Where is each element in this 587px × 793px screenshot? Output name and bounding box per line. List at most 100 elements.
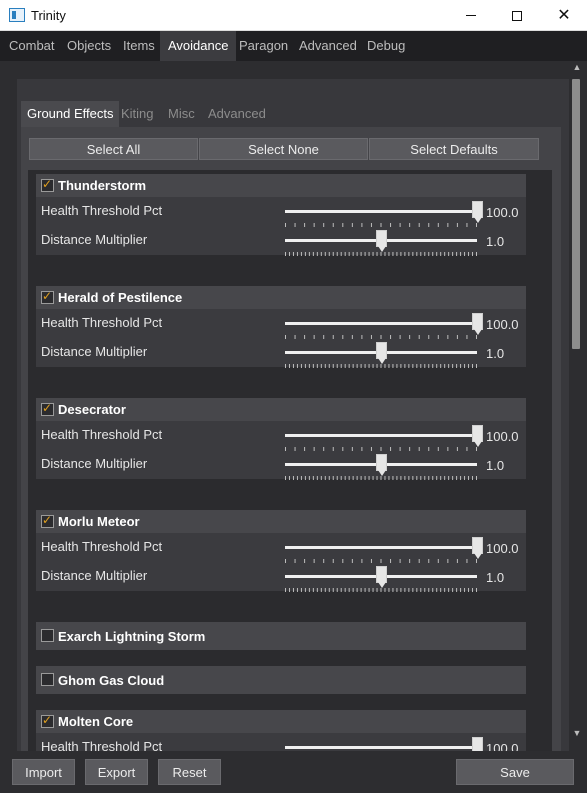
slider-value: 1.0	[486, 458, 505, 473]
minimize-button[interactable]	[448, 0, 494, 31]
bottom-bar: Import Export Reset Save	[0, 751, 587, 793]
slider-thumb[interactable]	[471, 425, 483, 447]
list-item: Thunderstorm Health Threshold Pct 100.0 …	[36, 174, 526, 256]
close-button[interactable]: ✕	[541, 0, 587, 31]
group-header: Morlu Meteor	[36, 510, 526, 533]
import-button[interactable]: Import	[12, 759, 75, 785]
select-all-button[interactable]: Select All	[29, 138, 198, 160]
subtab-ground-effects[interactable]: Ground Effects	[21, 101, 120, 127]
slider-row: Health Threshold Pct 100.0	[36, 197, 526, 227]
slider-row: Health Threshold Pct 100.0	[36, 309, 526, 339]
list-item: Desecrator Health Threshold Pct 100.0 Di…	[36, 398, 526, 480]
slider-ticks	[285, 216, 477, 227]
tab-debug[interactable]: Debug	[359, 31, 413, 61]
slider-row: Health Threshold Pct 100.0	[36, 421, 526, 451]
slider-thumb[interactable]	[375, 566, 387, 588]
slider-value: 1.0	[486, 234, 505, 249]
slider-row: Distance Multiplier 1.0	[36, 226, 526, 256]
subtab-kiting[interactable]: Kiting	[115, 101, 160, 127]
slider-thumb[interactable]	[375, 454, 387, 476]
scrollbar-thumb[interactable]	[572, 79, 580, 349]
slider-thumb[interactable]	[375, 230, 387, 252]
slider-value: 100.0	[486, 541, 519, 556]
tab-items[interactable]: Items	[115, 31, 163, 61]
export-button[interactable]: Export	[85, 759, 148, 785]
enable-checkbox[interactable]	[41, 401, 54, 416]
slider-label: Health Threshold Pct	[41, 539, 163, 554]
slider-row: Distance Multiplier 1.0	[36, 562, 526, 592]
slider-ticks	[285, 328, 477, 339]
group-header: Herald of Pestilence	[36, 286, 526, 309]
slider-label: Health Threshold Pct	[41, 315, 163, 330]
list-item: Exarch Lightning Storm	[36, 622, 526, 650]
scroll-up-arrow-icon[interactable]: ▲	[571, 62, 583, 74]
slider-row: Health Threshold Pct 100.0	[36, 533, 526, 563]
slider-label: Distance Multiplier	[41, 232, 148, 247]
window-title: Trinity	[31, 8, 66, 23]
app-window-icon	[9, 8, 25, 22]
slider-ticks	[285, 552, 477, 563]
slider-value: 1.0	[486, 346, 505, 361]
slider-value: 100.0	[486, 317, 519, 332]
slider-value: 100.0	[486, 429, 519, 444]
slider-value: 1.0	[486, 570, 505, 585]
enable-checkbox[interactable]	[41, 713, 54, 728]
enable-checkbox[interactable]	[41, 177, 54, 192]
content-area: Ground Effects Kiting Misc Advanced Sele…	[0, 61, 587, 770]
slider-track[interactable]	[285, 210, 477, 213]
slider-label: Distance Multiplier	[41, 344, 148, 359]
group-title: Molten Core	[58, 714, 134, 729]
list-item: Ghom Gas Cloud	[36, 666, 526, 694]
list-item: Morlu Meteor Health Threshold Pct 100.0 …	[36, 510, 526, 592]
enable-checkbox[interactable]	[41, 513, 54, 528]
maximize-button[interactable]	[494, 0, 540, 31]
slider-thumb[interactable]	[471, 201, 483, 223]
group-title: Exarch Lightning Storm	[58, 629, 206, 644]
slider-row: Distance Multiplier 1.0	[36, 338, 526, 368]
main-tab-bar: Combat Objects Items Avoidance Paragon A…	[0, 31, 587, 61]
tab-combat[interactable]: Combat	[1, 31, 63, 61]
close-icon: ✕	[557, 6, 571, 24]
reset-button[interactable]: Reset	[158, 759, 221, 785]
group-header: Desecrator	[36, 398, 526, 421]
scroll-down-arrow-icon[interactable]: ▼	[571, 728, 583, 740]
tab-advanced[interactable]: Advanced	[291, 31, 365, 61]
window-title-bar: Trinity ✕	[0, 0, 587, 31]
slider-track[interactable]	[285, 546, 477, 549]
slider-track[interactable]	[285, 434, 477, 437]
subtab-advanced[interactable]: Advanced	[202, 101, 272, 127]
slider-thumb[interactable]	[471, 537, 483, 559]
tab-objects[interactable]: Objects	[59, 31, 119, 61]
avoidance-panel: Ground Effects Kiting Misc Advanced Sele…	[17, 79, 569, 770]
slider-label: Distance Multiplier	[41, 568, 148, 583]
slider-label: Health Threshold Pct	[41, 427, 163, 442]
ground-effects-list: Thunderstorm Health Threshold Pct 100.0 …	[28, 170, 552, 770]
enable-checkbox[interactable]	[41, 629, 54, 642]
group-title: Herald of Pestilence	[58, 290, 183, 305]
group-header: Thunderstorm	[36, 174, 526, 197]
slider-thumb[interactable]	[375, 342, 387, 364]
subtab-misc[interactable]: Misc	[162, 101, 201, 127]
slider-row: Distance Multiplier 1.0	[36, 450, 526, 480]
select-defaults-button[interactable]: Select Defaults	[369, 138, 539, 160]
slider-track[interactable]	[285, 322, 477, 325]
group-title: Thunderstorm	[58, 178, 147, 193]
slider-ticks	[285, 440, 477, 451]
slider-label: Distance Multiplier	[41, 456, 148, 471]
select-none-button[interactable]: Select None	[199, 138, 368, 160]
save-button[interactable]: Save	[456, 759, 574, 785]
group-title: Desecrator	[58, 402, 126, 417]
tab-paragon[interactable]: Paragon	[231, 31, 296, 61]
slider-label: Health Threshold Pct	[41, 203, 163, 218]
tab-avoidance[interactable]: Avoidance	[160, 31, 237, 61]
list-item: Herald of Pestilence Health Threshold Pc…	[36, 286, 526, 368]
group-header: Ghom Gas Cloud	[36, 666, 526, 694]
slider-thumb[interactable]	[471, 313, 483, 335]
enable-checkbox[interactable]	[41, 673, 54, 686]
group-header: Molten Core	[36, 710, 526, 733]
group-title: Morlu Meteor	[58, 514, 140, 529]
minimize-icon	[466, 15, 476, 16]
slider-track[interactable]	[285, 746, 477, 749]
group-title: Ghom Gas Cloud	[58, 673, 165, 688]
enable-checkbox[interactable]	[41, 289, 54, 304]
